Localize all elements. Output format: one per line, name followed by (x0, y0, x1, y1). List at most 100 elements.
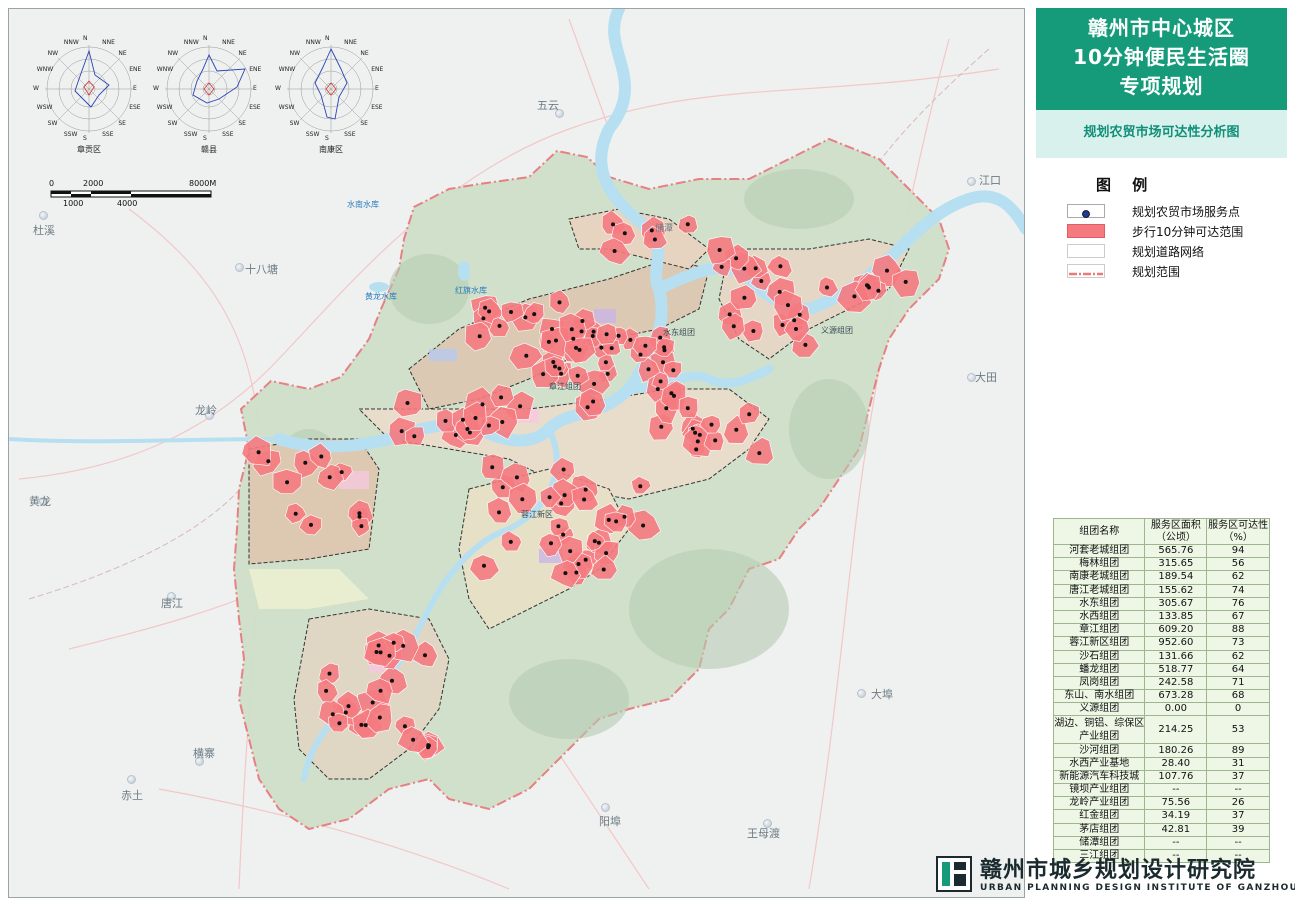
service-point[interactable] (592, 381, 597, 386)
service-point[interactable] (591, 399, 596, 404)
service-point[interactable] (508, 539, 513, 544)
service-point[interactable] (695, 439, 700, 444)
service-point[interactable] (520, 497, 525, 502)
service-point[interactable] (370, 700, 375, 705)
service-point[interactable] (562, 493, 567, 498)
service-point[interactable] (803, 342, 808, 347)
service-point[interactable] (453, 433, 458, 437)
service-point[interactable] (553, 364, 557, 369)
service-point[interactable] (486, 423, 491, 428)
service-point[interactable] (327, 671, 332, 676)
service-point[interactable] (583, 557, 588, 562)
service-point[interactable] (482, 563, 486, 568)
service-point[interactable] (797, 312, 802, 317)
service-point[interactable] (554, 338, 558, 343)
service-point[interactable] (646, 367, 651, 372)
service-point[interactable] (576, 562, 581, 566)
service-point[interactable] (604, 551, 609, 556)
service-point[interactable] (556, 524, 561, 529)
service-point[interactable] (523, 315, 528, 320)
service-point[interactable] (551, 360, 556, 364)
service-point[interactable] (460, 417, 465, 422)
service-point[interactable] (786, 303, 790, 308)
service-point[interactable] (611, 222, 615, 227)
service-point[interactable] (557, 300, 562, 305)
service-point[interactable] (727, 312, 732, 317)
service-point[interactable] (490, 465, 495, 470)
service-point[interactable] (390, 678, 394, 683)
service-point[interactable] (709, 422, 714, 427)
service-point[interactable] (391, 640, 396, 645)
service-point[interactable] (574, 570, 579, 575)
service-point[interactable] (378, 650, 383, 655)
service-point[interactable] (697, 432, 702, 437)
service-point[interactable] (378, 688, 383, 693)
service-point[interactable] (319, 454, 324, 459)
service-point[interactable] (583, 487, 588, 492)
service-point[interactable] (547, 495, 552, 500)
service-point[interactable] (518, 404, 523, 409)
service-point[interactable] (719, 264, 724, 269)
service-point[interactable] (734, 256, 739, 261)
service-point[interactable] (713, 438, 718, 443)
service-point[interactable] (671, 368, 676, 373)
service-point[interactable] (423, 653, 427, 658)
service-point[interactable] (596, 540, 601, 545)
service-point[interactable] (480, 402, 485, 407)
service-point[interactable] (357, 514, 362, 519)
service-point[interactable] (500, 485, 505, 490)
service-point[interactable] (500, 420, 505, 424)
service-point[interactable] (649, 228, 654, 233)
service-point[interactable] (550, 327, 554, 331)
service-point[interactable] (339, 470, 344, 475)
service-point[interactable] (591, 329, 596, 334)
service-point[interactable] (694, 447, 699, 452)
service-point[interactable] (638, 352, 643, 357)
service-point[interactable] (467, 430, 472, 435)
map-canvas[interactable]: 章贡区 赣县 南康区 N NNE NE ENE E ESE SE SSE S SSW SW WSW W W… (8, 8, 1025, 898)
service-point[interactable] (661, 360, 665, 365)
service-point[interactable] (359, 722, 364, 727)
service-point[interactable] (549, 541, 553, 546)
service-point[interactable] (575, 373, 580, 378)
service-point[interactable] (792, 318, 797, 323)
service-point[interactable] (643, 343, 648, 348)
service-point[interactable] (579, 329, 584, 334)
service-point[interactable] (659, 424, 664, 429)
service-point[interactable] (662, 345, 667, 350)
service-point[interactable] (327, 475, 332, 480)
service-point[interactable] (266, 459, 271, 464)
service-point[interactable] (751, 329, 756, 333)
service-point[interactable] (658, 379, 663, 384)
service-point[interactable] (592, 539, 597, 544)
service-point[interactable] (399, 429, 404, 434)
service-point[interactable] (734, 427, 739, 432)
service-point[interactable] (852, 294, 857, 299)
service-point[interactable] (337, 721, 342, 726)
service-point[interactable] (411, 737, 416, 742)
service-point[interactable] (867, 285, 871, 290)
service-point[interactable] (309, 522, 313, 527)
service-point[interactable] (628, 337, 633, 342)
service-point[interactable] (590, 334, 595, 338)
service-point[interactable] (658, 335, 663, 340)
service-point[interactable] (477, 334, 482, 339)
service-point[interactable] (330, 712, 335, 717)
service-point[interactable] (343, 710, 348, 715)
service-point[interactable] (377, 715, 382, 720)
service-point[interactable] (876, 288, 881, 293)
service-point[interactable] (606, 517, 611, 522)
service-point[interactable] (465, 427, 470, 431)
service-point[interactable] (690, 426, 695, 431)
service-point[interactable] (546, 339, 551, 344)
service-point[interactable] (604, 332, 609, 337)
service-point[interactable] (757, 451, 762, 456)
service-point[interactable] (577, 347, 582, 352)
service-point[interactable] (559, 371, 564, 376)
service-point[interactable] (599, 345, 604, 350)
service-point[interactable] (582, 497, 587, 502)
service-point[interactable] (609, 346, 614, 351)
service-point[interactable] (481, 316, 486, 321)
service-point[interactable] (885, 268, 889, 273)
service-point[interactable] (747, 412, 752, 417)
